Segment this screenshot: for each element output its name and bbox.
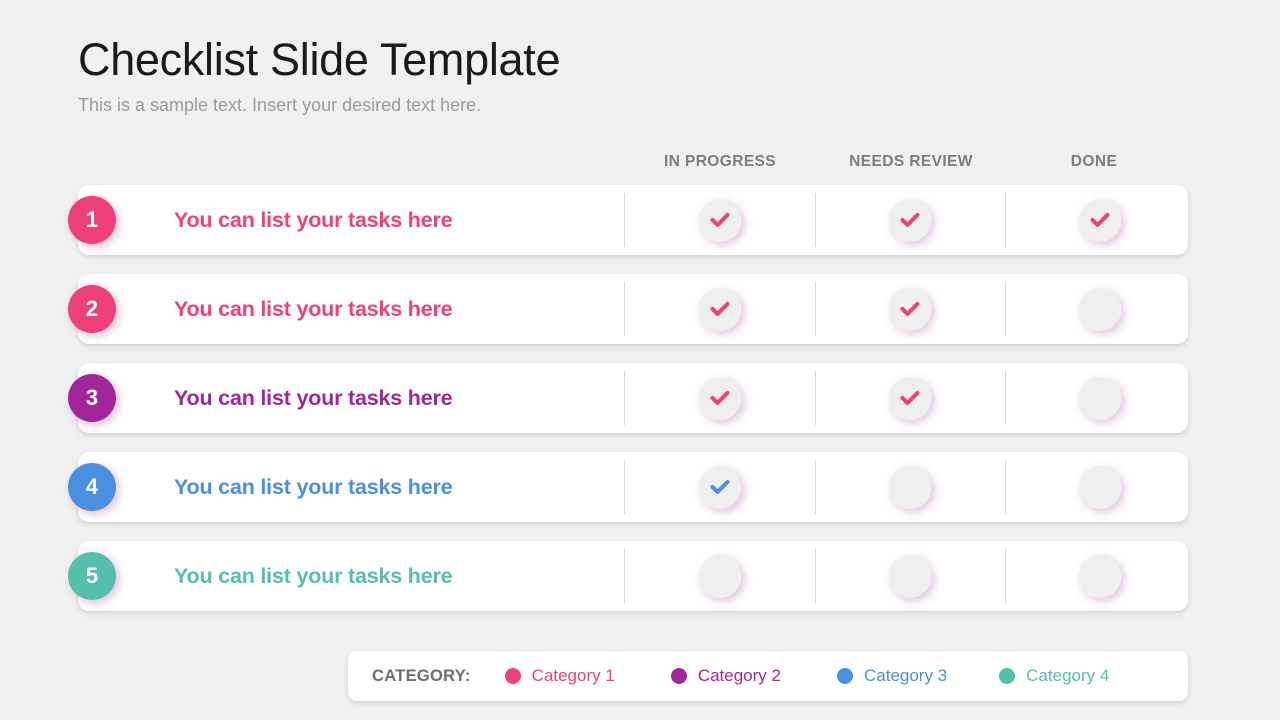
column-divider — [815, 371, 816, 425]
legend-item-category-2[interactable]: Category 2 — [670, 666, 781, 686]
legend-item-category-4[interactable]: Category 4 — [999, 666, 1109, 686]
column-divider — [624, 371, 625, 425]
column-divider — [624, 549, 625, 603]
task-label: You can list your tasks here — [174, 296, 453, 321]
check-icon — [900, 390, 920, 405]
status-empty-circle[interactable] — [888, 466, 932, 509]
column-divider — [1005, 193, 1006, 247]
status-cell[interactable] — [1078, 199, 1122, 242]
status-checked-circle[interactable] — [888, 199, 932, 242]
status-cell[interactable] — [1078, 288, 1122, 331]
task-list: 1 You can list your tasks here 2 You can li… — [68, 185, 1188, 630]
row-number-badge: 3 — [68, 374, 116, 422]
status-checked-circle[interactable] — [888, 288, 932, 331]
column-divider — [624, 460, 625, 514]
status-cell[interactable] — [888, 288, 932, 331]
row-number-badge: 1 — [68, 196, 116, 244]
table-row[interactable]: 4 You can list your tasks here — [68, 452, 1188, 522]
status-cell[interactable] — [698, 466, 742, 509]
legend-dot-icon — [504, 668, 521, 684]
column-divider — [815, 460, 816, 514]
legend-item-category-1[interactable]: Category 1 — [504, 666, 615, 686]
task-label: You can list your tasks here — [174, 207, 453, 232]
row-number-badge: 5 — [68, 552, 116, 600]
legend-item-label: Category 4 — [1026, 666, 1110, 685]
check-icon — [710, 390, 730, 405]
column-divider — [815, 282, 816, 336]
column-divider — [624, 193, 625, 247]
column-divider — [815, 549, 816, 603]
legend-dot-icon — [670, 668, 687, 684]
table-row[interactable]: 5 You can list your tasks here — [68, 541, 1188, 611]
column-header-done: DONE — [1070, 153, 1118, 170]
column-divider — [1005, 371, 1006, 425]
table-row[interactable]: 1 You can list your tasks here — [68, 185, 1188, 255]
column-headers: IN PROGRESS NEEDS REVIEW DONE — [624, 153, 1188, 179]
column-divider — [1005, 460, 1006, 514]
task-label: You can list your tasks here — [174, 563, 453, 588]
status-empty-circle[interactable] — [888, 555, 932, 598]
status-empty-circle[interactable] — [1078, 377, 1122, 420]
check-icon — [900, 301, 920, 316]
check-icon — [1090, 212, 1110, 227]
status-empty-circle[interactable] — [1078, 466, 1122, 509]
legend-dot-icon — [836, 668, 853, 684]
status-empty-circle[interactable] — [1078, 555, 1122, 598]
status-cell[interactable] — [888, 199, 932, 242]
legend-dot-icon — [999, 668, 1016, 684]
page-subtitle: This is a sample text. Insert your desir… — [78, 94, 482, 115]
status-cell[interactable] — [1078, 466, 1122, 509]
table-row[interactable]: 3 You can list your tasks here — [68, 363, 1188, 433]
page-title: Checklist Slide Template — [78, 34, 561, 85]
check-icon — [710, 301, 730, 316]
status-cell[interactable] — [888, 377, 932, 420]
status-checked-circle[interactable] — [888, 377, 932, 420]
status-cell[interactable] — [698, 199, 742, 242]
column-divider — [624, 282, 625, 336]
slide-header: Checklist Slide Template This is a sampl… — [78, 34, 1078, 116]
column-divider — [1005, 549, 1006, 603]
status-cell[interactable] — [888, 466, 932, 509]
status-checked-circle[interactable] — [698, 466, 742, 509]
row-number-badge: 4 — [68, 463, 116, 511]
check-icon — [710, 479, 730, 494]
status-cell[interactable] — [1078, 555, 1122, 598]
table-row[interactable]: 2 You can list your tasks here — [68, 274, 1188, 344]
status-checked-circle[interactable] — [698, 199, 742, 242]
check-icon — [710, 212, 730, 227]
status-cell[interactable] — [698, 288, 742, 331]
status-checked-circle[interactable] — [698, 377, 742, 420]
status-checked-circle[interactable] — [698, 288, 742, 331]
task-label: You can list your tasks here — [174, 385, 453, 410]
legend-item-label: Category 1 — [531, 666, 615, 685]
column-header-needs-review: NEEDS REVIEW — [849, 153, 973, 170]
column-divider — [815, 193, 816, 247]
status-cell[interactable] — [1078, 377, 1122, 420]
row-number-badge: 2 — [68, 285, 116, 333]
check-icon — [900, 212, 920, 227]
status-checked-circle[interactable] — [1078, 199, 1122, 242]
legend-item-label: Category 2 — [697, 666, 781, 685]
status-cell[interactable] — [698, 555, 742, 598]
status-cell[interactable] — [888, 555, 932, 598]
status-cell[interactable] — [698, 377, 742, 420]
task-label: You can list your tasks here — [174, 474, 453, 499]
legend-item-label: Category 3 — [863, 666, 948, 685]
legend-title: CATEGORY: — [372, 666, 471, 685]
column-header-in-progress: IN PROGRESS — [663, 153, 777, 170]
legend-item-category-3[interactable]: Category 3 — [836, 666, 948, 686]
column-divider — [1005, 282, 1006, 336]
status-empty-circle[interactable] — [698, 555, 742, 598]
status-empty-circle[interactable] — [1078, 288, 1122, 331]
category-legend: CATEGORY: Category 1 Category 2 Category… — [348, 651, 1188, 701]
